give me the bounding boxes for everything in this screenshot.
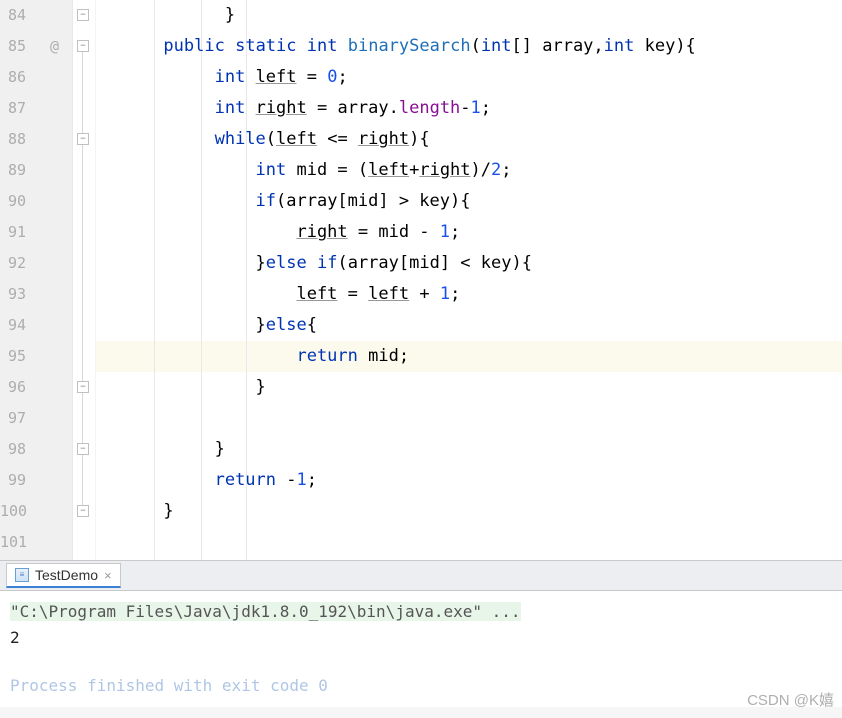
line-number: 100 (0, 496, 26, 527)
line-number: 99 (0, 465, 26, 496)
editor-area: 84858687888990919293949596979899100101 @… (0, 0, 842, 560)
run-tool-window: ≡ TestDemo × "C:\Program Files\Java\jdk1… (0, 560, 842, 718)
console-command: "C:\Program Files\Java\jdk1.8.0_192\bin\… (10, 602, 521, 621)
line-number: 85 (0, 31, 26, 62)
code-line: return mid; (96, 341, 842, 372)
line-number: 88 (0, 124, 26, 155)
code-line: } (96, 0, 842, 31)
code-line: public static int binarySearch(int[] arr… (96, 31, 842, 62)
watermark: CSDN @K嬉 (747, 689, 834, 710)
override-annotation-icon[interactable]: @ (50, 31, 59, 62)
line-number: 91 (0, 217, 26, 248)
line-number: 93 (0, 279, 26, 310)
code-line: left = left + 1; (96, 279, 842, 310)
tab-bar: ≡ TestDemo × (0, 561, 842, 591)
code-line: }else if(array[mid] < key){ (96, 248, 842, 279)
code-line: while(left <= right){ (96, 124, 842, 155)
code-line: } (96, 496, 842, 527)
code-line: } (96, 434, 842, 465)
code-line: }else{ (96, 310, 842, 341)
code-line: int mid = (left+right)/2; (96, 155, 842, 186)
fold-start-icon[interactable]: − (77, 133, 89, 145)
line-number: 86 (0, 62, 26, 93)
code-line: int left = 0; (96, 62, 842, 93)
fold-end-icon[interactable]: − (77, 381, 89, 393)
code-line (96, 527, 842, 558)
line-number: 94 (0, 310, 26, 341)
code-line: if(array[mid] > key){ (96, 186, 842, 217)
code-line: int right = array.length-1; (96, 93, 842, 124)
line-number: 87 (0, 93, 26, 124)
tab-testdemo[interactable]: ≡ TestDemo × (6, 563, 121, 588)
line-number: 101 (0, 527, 26, 558)
line-number: 92 (0, 248, 26, 279)
annotation-gutter: @ (44, 0, 72, 560)
fold-start-icon[interactable]: − (77, 40, 89, 52)
console-exit-message: Process finished with exit code 0 (10, 673, 832, 699)
code-editor[interactable]: } public static int binarySearch(int[] a… (96, 0, 842, 560)
tab-label: TestDemo (35, 567, 98, 583)
line-number: 96 (0, 372, 26, 403)
code-line: } (96, 372, 842, 403)
line-number: 97 (0, 403, 26, 434)
fold-end-icon[interactable]: − (77, 443, 89, 455)
console-output[interactable]: "C:\Program Files\Java\jdk1.8.0_192\bin\… (0, 591, 842, 707)
fold-gutter: − − − − − − (72, 0, 96, 560)
line-number: 95 (0, 341, 26, 372)
run-config-icon: ≡ (15, 568, 29, 582)
fold-end-icon[interactable]: − (77, 505, 89, 517)
close-icon[interactable]: × (104, 568, 112, 583)
fold-end-icon[interactable]: − (77, 9, 89, 21)
code-line (96, 403, 842, 434)
console-stdout: 2 (10, 625, 832, 651)
line-number: 89 (0, 155, 26, 186)
code-line: right = mid - 1; (96, 217, 842, 248)
code-line: return -1; (96, 465, 842, 496)
line-number: 98 (0, 434, 26, 465)
line-number: 90 (0, 186, 26, 217)
line-number: 84 (0, 0, 26, 31)
line-number-gutter: 84858687888990919293949596979899100101 (0, 0, 44, 560)
